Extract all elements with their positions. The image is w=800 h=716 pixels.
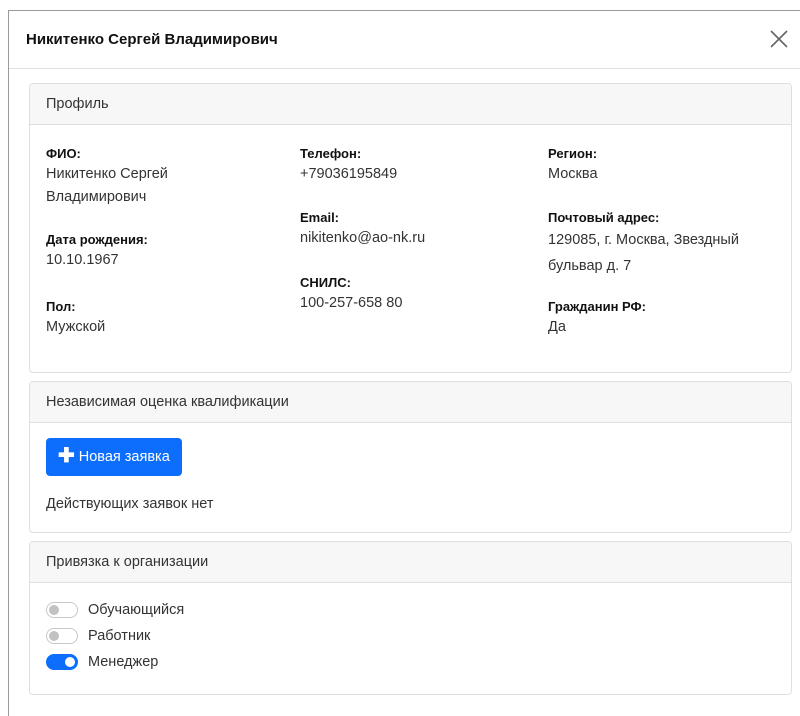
birth-date-field: Дата рождения: 10.10.1967 [46,231,246,272]
modal-title: Никитенко Сергей Владимирович [26,31,278,48]
phone-label: Телефон: [300,146,362,161]
new-application-button[interactable]: ✚ Новая заявка [46,438,182,476]
birth-date-label: Дата рождения: [46,232,148,247]
phone-field: Телефон: +79036195849 [300,145,520,186]
role-row-employee: Работник [46,628,150,644]
snils-field: СНИЛС: 100-257-658 80 [300,274,520,315]
no-applications-text: Действующих заявок нет [46,496,214,512]
email-value: nikitenko@ao-nk.ru [300,230,426,246]
postal-address-field: Почтовый адрес: 129085, г. Москва, Звезд… [548,209,778,279]
email-field: Email: nikitenko@ao-nk.ru [300,209,520,250]
profile-card: Профиль ФИО: Никитенко Сергей Владимиров… [29,83,792,373]
citizen-value: Да [548,319,566,335]
organization-card-header: Привязка к организации [30,542,791,583]
fio-label: ФИО: [46,146,81,161]
profile-card-header: Профиль [30,84,791,125]
fio-value: Никитенко Сергей Владимирович [46,166,168,205]
profile-modal: Никитенко Сергей Владимирович Профиль ФИ… [8,10,800,716]
gender-field: Пол: Мужской [46,298,246,339]
manager-label: Менеджер [88,654,159,670]
region-label: Регион: [548,146,598,161]
profile-body: ФИО: Никитенко Сергей Владимирович Дата … [30,125,791,373]
postal-address-label: Почтовый адрес: [548,210,660,225]
organization-card: Привязка к организации Обучающийся Работ… [29,541,792,695]
region-value: Москва [548,166,598,182]
student-label: Обучающийся [88,602,185,618]
snils-label: СНИЛС: [300,275,351,290]
modal-header: Никитенко Сергей Владимирович [9,11,800,69]
citizen-label: Гражданин РФ: [548,299,646,314]
gender-value: Мужской [46,319,106,335]
assessment-card: Независимая оценка квалификации ✚ Новая … [29,381,792,533]
manager-toggle[interactable] [46,654,78,670]
role-row-student: Обучающийся [46,602,184,618]
gender-label: Пол: [46,299,76,314]
plus-icon: ✚ [58,445,75,467]
assessment-card-header: Независимая оценка квалификации [30,382,791,423]
region-field: Регион: Москва [548,145,778,186]
employee-label: Работник [88,628,151,644]
new-application-label: Новая заявка [78,449,170,465]
close-icon[interactable] [768,28,790,50]
snils-value: 100-257-658 80 [300,295,403,311]
email-label: Email: [300,210,340,225]
postal-address-value: 129085, г. Москва, Звездный бульвар д. 7 [548,232,739,274]
student-toggle[interactable] [46,602,78,618]
fio-field: ФИО: Никитенко Сергей Владимирович [46,145,246,209]
employee-toggle[interactable] [46,628,78,644]
role-row-manager: Менеджер [46,654,158,670]
birth-date-value: 10.10.1967 [46,252,119,268]
phone-value: +79036195849 [300,166,398,182]
citizen-field: Гражданин РФ: Да [548,298,778,339]
